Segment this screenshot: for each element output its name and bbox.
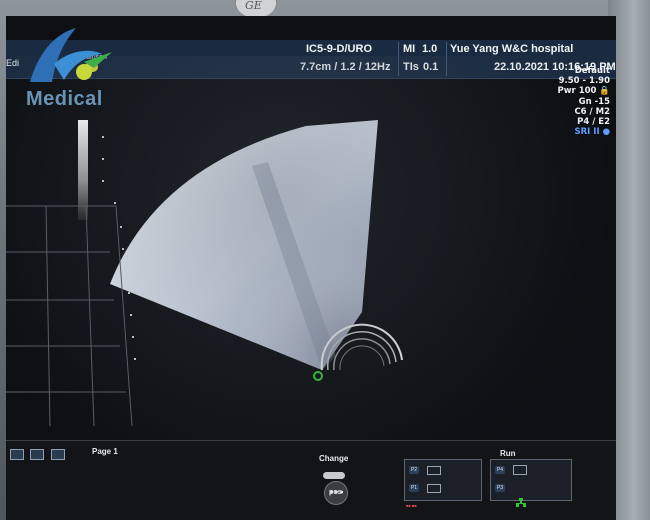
k-swoosh-logo-icon [30, 28, 112, 82]
layout-single-button[interactable] [10, 449, 24, 460]
run-key-panel: P4 P3 [490, 459, 572, 501]
grid-lines [6, 205, 133, 427]
change-toggle[interactable] [323, 472, 345, 479]
brand-logo-text: GE [245, 0, 262, 12]
preset-key-panel: P2 P1 [404, 459, 482, 501]
reflection-arc [339, 345, 385, 371]
network-icon [516, 498, 526, 507]
bottom-control-bar: Page 1 Change ●●● pos Run P2 P1 P4 P3 ■■… [6, 440, 616, 520]
pos-knob[interactable]: ●●● pos [324, 481, 348, 505]
focus-marker-icon [313, 371, 323, 381]
change-label: Change [319, 454, 349, 463]
layout-buttons [10, 449, 67, 467]
watermark-text: Medical [26, 88, 103, 110]
pos-label: pos [329, 489, 342, 496]
cine-key-icon[interactable] [427, 466, 441, 475]
p1-key[interactable]: P1 [409, 484, 419, 492]
p2-key[interactable]: P2 [409, 466, 419, 474]
image-key-icon[interactable] [427, 484, 441, 493]
run-label: Run [500, 449, 516, 458]
page-label: Page 1 [92, 447, 118, 456]
p4-key[interactable]: P4 [495, 466, 505, 474]
status-indicator: ■■ ■■ [406, 503, 417, 508]
layout-dual-button[interactable] [30, 449, 45, 460]
printer-icon[interactable] [513, 465, 527, 475]
reflection-arc [333, 338, 391, 371]
p3-key[interactable]: P3 [495, 484, 505, 492]
layout-quad-button[interactable] [50, 449, 65, 460]
